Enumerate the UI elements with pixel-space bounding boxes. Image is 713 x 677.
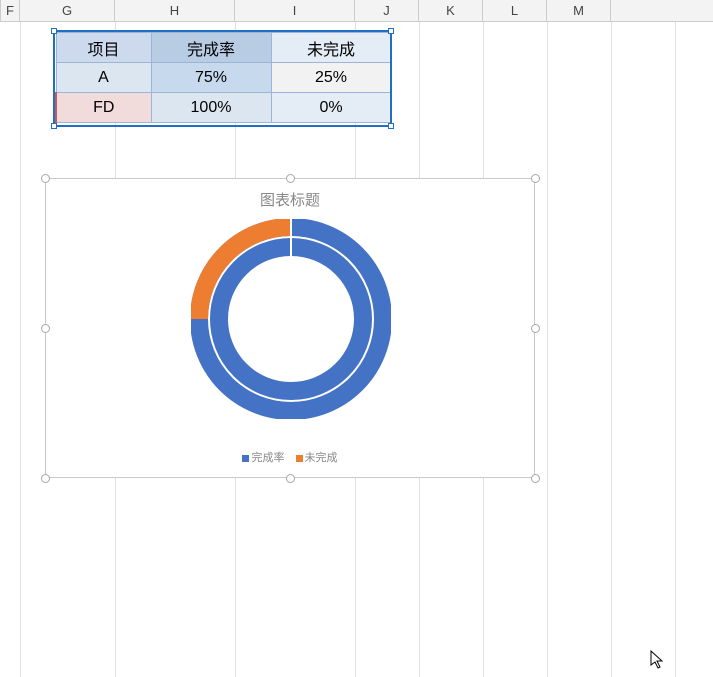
data-table[interactable]: 项目 完成率 未完成 A 75% 25% FD 100% 0% (55, 32, 392, 123)
col-header-m[interactable]: M (547, 0, 611, 21)
cell-label-a[interactable]: A (56, 63, 151, 93)
header-incomplete[interactable]: 未完成 (271, 33, 391, 63)
worksheet-grid[interactable]: 项目 完成率 未完成 A 75% 25% FD 100% 0% 图表标题 (0, 22, 713, 677)
selection-handle[interactable] (388, 123, 394, 129)
col-header-k[interactable]: K (419, 0, 483, 21)
chart-title[interactable]: 图表标题 (46, 189, 534, 210)
table-row[interactable]: A 75% 25% (56, 63, 391, 93)
chart-resize-handle[interactable] (286, 474, 295, 483)
ring-gap (290, 219, 292, 257)
mouse-cursor-icon (650, 650, 666, 675)
selection-handle[interactable] (51, 28, 57, 34)
col-header-g[interactable]: G (20, 0, 115, 21)
chart-resize-handle[interactable] (286, 174, 295, 183)
cell-incomplete-a[interactable]: 25% (271, 63, 391, 93)
legend-label-complete: 完成率 (251, 452, 284, 464)
header-complete[interactable]: 完成率 (151, 33, 271, 63)
selection-handle[interactable] (51, 123, 57, 129)
doughnut-chart[interactable] (191, 219, 391, 419)
selection-handle[interactable] (388, 28, 394, 34)
chart-object[interactable]: 图表标题 完成率 未完成 (45, 178, 535, 478)
chart-resize-handle[interactable] (531, 324, 540, 333)
col-header-l[interactable]: L (483, 0, 547, 21)
chart-resize-handle[interactable] (531, 474, 540, 483)
legend-swatch-complete (242, 455, 249, 462)
legend-item-complete[interactable]: 完成率 (242, 449, 284, 465)
legend-item-incomplete[interactable]: 未完成 (296, 449, 338, 465)
table-header-row[interactable]: 项目 完成率 未完成 (56, 33, 391, 63)
cell-complete-a[interactable]: 75% (151, 63, 271, 93)
column-header-row: F G H I J K L M (0, 0, 713, 22)
legend-swatch-incomplete (296, 455, 303, 462)
chart-legend[interactable]: 完成率 未完成 (46, 449, 534, 465)
chart-resize-handle[interactable] (41, 324, 50, 333)
col-header-j[interactable]: J (355, 0, 419, 21)
col-header-h[interactable]: H (115, 0, 235, 21)
cell-incomplete-fd[interactable]: 0% (271, 93, 391, 123)
col-header-i[interactable]: I (235, 0, 355, 21)
col-header-f[interactable]: F (0, 0, 20, 21)
chart-resize-handle[interactable] (41, 474, 50, 483)
cell-complete-fd[interactable]: 100% (151, 93, 271, 123)
header-project[interactable]: 项目 (56, 33, 151, 63)
chart-resize-handle[interactable] (531, 174, 540, 183)
inner-ring-complete[interactable] (219, 247, 363, 391)
legend-label-incomplete: 未完成 (305, 452, 338, 464)
cell-label-fd[interactable]: FD (56, 93, 151, 123)
chart-resize-handle[interactable] (41, 174, 50, 183)
table-row[interactable]: FD 100% 0% (56, 93, 391, 123)
